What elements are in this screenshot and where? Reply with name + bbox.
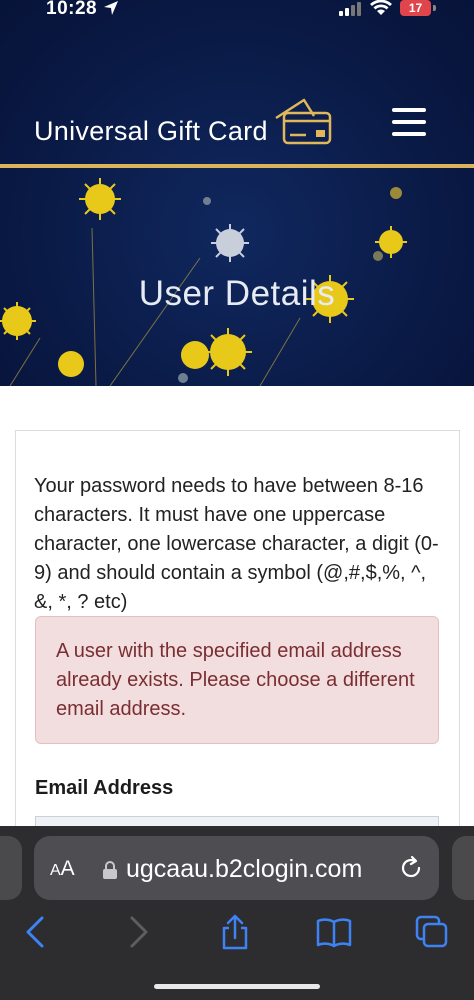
- signal-icon: [339, 2, 361, 16]
- hamburger-menu-icon[interactable]: [392, 108, 426, 136]
- previous-tab-preview[interactable]: [0, 836, 22, 900]
- brand-title[interactable]: Universal Gift Card: [34, 116, 268, 147]
- browser-toolbar: AA ugcaau.b2clogin.com: [0, 826, 474, 1000]
- forward-icon[interactable]: [120, 914, 156, 950]
- gold-divider: [0, 164, 474, 168]
- status-bar: 10:28 17: [0, 0, 474, 36]
- battery-tip: [433, 5, 436, 11]
- home-indicator: [154, 984, 320, 989]
- back-icon[interactable]: [18, 914, 54, 950]
- tabs-icon[interactable]: [414, 914, 450, 950]
- lock-icon: [103, 861, 117, 879]
- next-tab-preview[interactable]: [452, 836, 474, 900]
- url-text[interactable]: ugcaau.b2clogin.com: [126, 855, 362, 884]
- location-arrow-icon: [104, 1, 118, 15]
- bookmarks-icon[interactable]: [316, 914, 352, 950]
- wifi-icon: [370, 0, 392, 15]
- email-label: Email Address: [35, 777, 174, 799]
- password-requirements-text: Your password needs to have between 8-16…: [34, 475, 439, 613]
- error-alert: A user with the specified email address …: [35, 616, 439, 744]
- address-bar[interactable]: AA ugcaau.b2clogin.com: [34, 836, 439, 900]
- status-time: 10:28: [46, 0, 98, 19]
- reload-icon[interactable]: [398, 855, 424, 881]
- aa-small: A: [50, 862, 61, 879]
- credit-card-icon: [275, 98, 332, 145]
- error-message: A user with the specified email address …: [56, 640, 415, 720]
- header-banner: Universal Gift Card User Details: [0, 0, 474, 386]
- share-icon[interactable]: [217, 914, 253, 950]
- reader-options-button[interactable]: AA: [50, 857, 75, 881]
- aa-big: A: [60, 857, 75, 880]
- page-title: User Details: [138, 274, 336, 313]
- battery-icon: 17: [400, 0, 431, 16]
